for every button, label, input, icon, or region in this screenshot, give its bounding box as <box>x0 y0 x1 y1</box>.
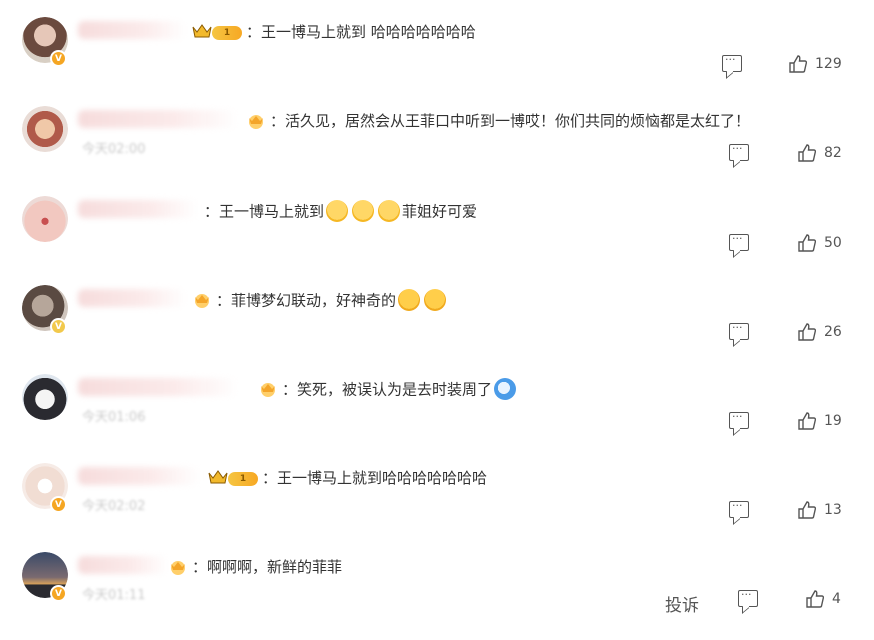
comment-item: 今天02:00 ：活久见，居然会从王菲口中听到一博哎！你们共同的烦恼都是太红了！… <box>0 106 874 195</box>
like-count: 19 <box>824 413 842 429</box>
comment-item: V 今天01:11 ：啊啊啊，新鲜的菲菲 投诉 4 <box>0 552 874 640</box>
comment-time: 今天01:06 <box>82 410 146 425</box>
like-icon[interactable] <box>798 323 816 341</box>
like-count: 82 <box>824 145 842 161</box>
like-count: 26 <box>824 324 842 340</box>
username-blurred[interactable] <box>78 467 200 485</box>
verified-badge-icon: V <box>50 496 67 513</box>
username-blurred[interactable] <box>78 289 186 307</box>
username-blurred[interactable] <box>78 556 168 574</box>
comment-reply-icon[interactable] <box>722 53 742 72</box>
username-blurred[interactable] <box>78 200 198 218</box>
comment-reply-icon[interactable] <box>729 410 749 429</box>
laugh-emoji-icon <box>326 200 349 222</box>
comment-text: ：菲博梦幻联动，好神奇的 <box>216 289 448 312</box>
comment-time: 今天01:11 <box>82 588 146 603</box>
comment-item: V ：菲博梦幻联动，好神奇的 26 <box>0 285 874 374</box>
level-badge: 1 <box>212 26 242 40</box>
like-icon[interactable] <box>806 590 824 608</box>
comment-text: ：啊啊啊，新鲜的菲菲 <box>192 558 343 576</box>
heart-eyes-emoji-icon <box>424 289 447 311</box>
comment-text: ：王一博马上就到哈哈哈哈哈哈哈 <box>262 469 488 487</box>
like-icon[interactable] <box>798 501 816 519</box>
verified-badge-icon: V <box>50 585 67 602</box>
comment-reply-icon[interactable] <box>738 588 758 607</box>
comment-item: V 1 ：王一博马上就到 哈哈哈哈哈哈哈 129 <box>0 17 874 106</box>
comment-text-part: 菲姐好可爱 <box>402 202 478 221</box>
like-count: 50 <box>824 235 842 251</box>
laugh-emoji-icon <box>378 200 401 222</box>
fan-badge-icon <box>171 561 185 575</box>
comment-text: ：笑死，被误认为是去时装周了 <box>282 378 518 401</box>
level-badge: 1 <box>228 472 258 486</box>
comment-text: ：王一博马上就到 菲姐好可爱 <box>204 200 478 223</box>
username-blurred[interactable] <box>78 110 238 128</box>
comment-reply-icon[interactable] <box>729 232 749 251</box>
fan-badge-icon <box>261 383 275 397</box>
like-count: 13 <box>824 502 842 518</box>
like-icon[interactable] <box>798 412 816 430</box>
comment-text: ：活久见，居然会从王菲口中听到一博哎！你们共同的烦恼都是太红了！ <box>270 112 751 130</box>
comment-item: 今天01:06 ：笑死，被误认为是去时装周了 19 <box>0 374 874 463</box>
avatar[interactable] <box>22 106 68 152</box>
comment-reply-icon[interactable] <box>729 142 749 161</box>
like-count: 129 <box>815 56 842 72</box>
verified-badge-icon: V <box>50 318 67 335</box>
fan-badge-icon <box>195 294 209 308</box>
verified-badge-icon: V <box>50 50 67 67</box>
username-blurred[interactable] <box>78 378 238 396</box>
laugh-emoji-icon <box>352 200 375 222</box>
comment-text-part: ：菲博梦幻联动，好神奇的 <box>216 291 397 310</box>
comment-item: ：王一博马上就到 菲姐好可爱 50 <box>0 196 874 285</box>
heart-eyes-emoji-icon <box>398 289 421 311</box>
comment-text: ：王一博马上就到 哈哈哈哈哈哈哈 <box>246 23 476 41</box>
like-count: 4 <box>832 591 841 607</box>
crown-icon <box>208 470 228 484</box>
blue-face-emoji-icon <box>494 378 517 400</box>
like-icon[interactable] <box>798 144 816 162</box>
comment-text-part: ：笑死，被误认为是去时装周了 <box>282 380 493 399</box>
avatar[interactable] <box>22 374 68 420</box>
report-button[interactable]: 投诉 <box>665 591 699 616</box>
like-icon[interactable] <box>798 234 816 252</box>
fan-badge-icon <box>249 115 263 129</box>
comment-reply-icon[interactable] <box>729 499 749 518</box>
comment-time: 今天02:00 <box>82 142 146 157</box>
comment-item: V 1 今天02:02 ：王一博马上就到哈哈哈哈哈哈哈 13 <box>0 463 874 552</box>
crown-icon <box>192 24 212 38</box>
avatar[interactable] <box>22 196 68 242</box>
username-blurred[interactable] <box>78 21 186 39</box>
comment-reply-icon[interactable] <box>729 321 749 340</box>
like-icon[interactable] <box>789 55 807 73</box>
comment-time: 今天02:02 <box>82 499 146 514</box>
comment-text-part: ：王一博马上就到 <box>204 202 325 221</box>
